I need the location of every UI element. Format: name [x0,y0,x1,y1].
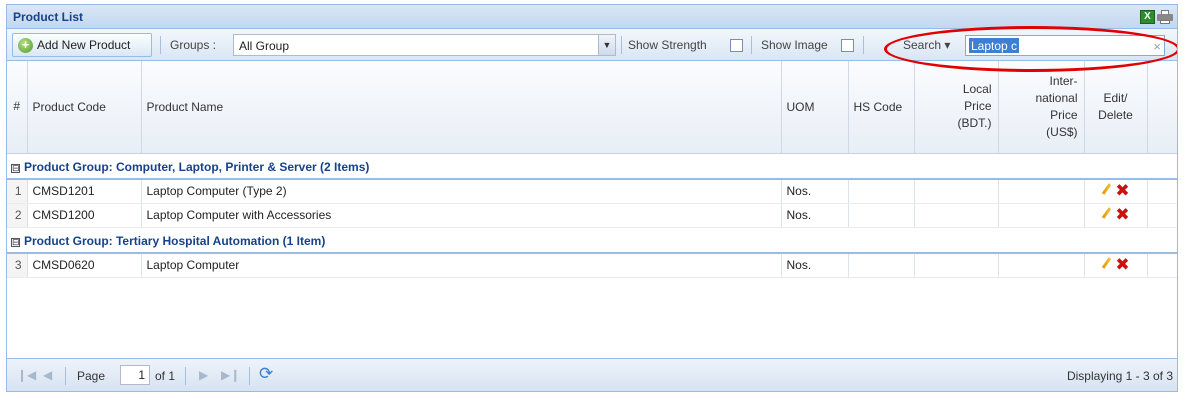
row-number: 3 [7,253,28,278]
local-price [914,253,999,278]
groups-select-value: All Group [239,39,290,53]
product-code: CMSD1200 [27,203,142,228]
excel-export-icon[interactable]: X [1140,10,1155,24]
column-header-filler [1147,61,1177,154]
column-header-product-name[interactable]: Product Name [141,61,782,154]
edit-icon[interactable] [1101,257,1112,270]
row-number: 2 [7,203,28,228]
previous-page-icon[interactable]: ◀ [43,368,52,382]
international-price [998,179,1085,204]
column-header-uom[interactable]: UOM [781,61,849,154]
product-name: Laptop Computer [141,253,782,278]
edit-icon[interactable] [1101,183,1112,196]
add-new-product-button[interactable]: + Add New Product [12,33,152,57]
page-number-input[interactable]: 1 [120,365,150,385]
last-page-icon[interactable]: ▶❙ [221,368,240,382]
delete-icon[interactable]: ✖ [1115,205,1129,225]
product-code: CMSD0620 [27,253,142,278]
show-image-checkbox[interactable] [841,39,854,52]
show-strength-checkbox[interactable] [730,39,743,52]
filler-cell [1147,179,1177,204]
uom: Nos. [781,203,849,228]
groups-select[interactable]: All Group ▼ [233,34,616,56]
group-title: Product Group: Computer, Laptop, Printer… [24,160,370,174]
plus-icon: + [18,37,33,53]
group-header-row[interactable]: ⊟ Product Group: Tertiary Hospital Automa… [7,227,1177,254]
group-header[interactable]: ⊟ Product Group: Computer, Laptop, Printe… [7,153,1177,180]
print-icon[interactable] [1157,10,1173,24]
column-header-number[interactable]: # [7,61,28,154]
international-price [998,253,1085,278]
search-input-value: Laptop c [969,38,1020,53]
toolbar-separator [621,36,622,54]
clear-search-icon[interactable]: × [1153,39,1161,54]
row-actions: ✖ [1084,179,1148,204]
page-label: Page [77,369,106,383]
paging-display-info: Displaying 1 - 3 of 3 [1066,369,1173,383]
delete-icon[interactable]: ✖ [1115,181,1129,201]
local-price [914,203,999,228]
column-header-international-price[interactable]: Inter-national Price (US$) [998,61,1085,154]
filler-cell [1147,253,1177,278]
hs-code [848,203,915,228]
add-new-product-label: Add New Product [37,38,131,52]
chevron-down-icon[interactable]: ▼ [598,35,615,55]
show-image-label: Show Image [761,38,828,52]
column-header-product-code[interactable]: Product Code [27,61,142,154]
paging-toolbar: ❙◀ ◀ Page 1 of 1 ▶ ▶❙ ⟳ Displaying 1 - 3… [7,358,1177,391]
next-page-icon[interactable]: ▶ [199,368,208,382]
refresh-icon[interactable]: ⟳ [259,364,273,384]
international-price [998,203,1085,228]
table-row[interactable]: 3 CMSD0620 Laptop Computer Nos. ✖ [7,253,1177,278]
toolbar-separator [863,36,864,54]
group-header[interactable]: ⊟ Product Group: Tertiary Hospital Automa… [7,227,1177,254]
column-header-edit-delete[interactable]: Edit/Delete [1084,61,1148,154]
pager-separator [185,367,186,385]
panel-header: Product List X [7,5,1177,29]
group-header-row[interactable]: ⊟ Product Group: Computer, Laptop, Printe… [7,153,1177,180]
group-title: Product Group: Tertiary Hospital Automat… [24,234,326,248]
table-row[interactable]: 1 CMSD1201 Laptop Computer (Type 2) Nos.… [7,179,1177,204]
toolbar-separator [751,36,752,54]
product-list-panel: Product List X + Add New Product Groups … [6,4,1178,392]
row-number: 1 [7,179,28,204]
row-actions: ✖ [1084,253,1148,278]
column-header-local-price[interactable]: Local Price (BDT.) [914,61,999,154]
uom: Nos. [781,179,849,204]
product-grid: # Product Code Product Name UOM HS Code … [7,61,1177,278]
grid-toolbar: + Add New Product Groups : All Group ▼ S… [7,26,1177,72]
grid-header-row: # Product Code Product Name UOM HS Code … [7,61,1177,154]
search-field-selector[interactable]: Search ▾ [903,38,950,52]
row-actions: ✖ [1084,203,1148,228]
table-row[interactable]: 2 CMSD1200 Laptop Computer with Accessor… [7,203,1177,228]
first-page-icon[interactable]: ❙◀ [17,368,36,382]
product-name: Laptop Computer (Type 2) [141,179,782,204]
product-name: Laptop Computer with Accessories [141,203,782,228]
product-code: CMSD1201 [27,179,142,204]
groups-label: Groups : [170,38,217,52]
filler-cell [1147,203,1177,228]
panel-title: Product List [13,10,84,24]
search-input[interactable]: Laptop c × [965,35,1165,56]
delete-icon[interactable]: ✖ [1115,255,1129,275]
collapse-icon[interactable]: ⊟ [11,238,20,247]
hs-code [848,179,915,204]
pager-separator [65,367,66,385]
pager-separator [249,367,250,385]
show-strength-label: Show Strength [628,38,707,52]
toolbar-separator [160,36,161,54]
edit-icon[interactable] [1101,207,1112,220]
uom: Nos. [781,253,849,278]
collapse-icon[interactable]: ⊟ [11,164,20,173]
column-header-hs-code[interactable]: HS Code [848,61,915,154]
local-price [914,179,999,204]
hs-code [848,253,915,278]
page-count-label: of 1 [155,369,176,383]
